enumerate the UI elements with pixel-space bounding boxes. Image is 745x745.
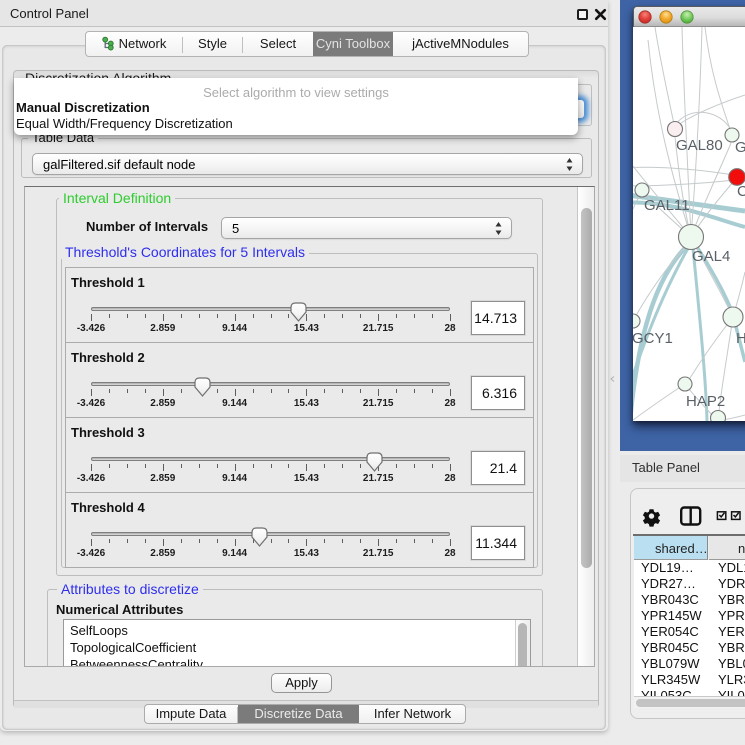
svg-text:GAL11: GAL11 [644, 197, 690, 214]
svg-text:GCY1: GCY1 [632, 330, 673, 347]
svg-text:C: C [737, 183, 745, 200]
svg-text:H: H [736, 330, 745, 347]
svg-text:HAP2: HAP2 [686, 393, 725, 410]
svg-text:G: G [735, 139, 745, 156]
svg-text:GAL4: GAL4 [692, 248, 730, 265]
svg-text:GAL80: GAL80 [676, 137, 723, 154]
